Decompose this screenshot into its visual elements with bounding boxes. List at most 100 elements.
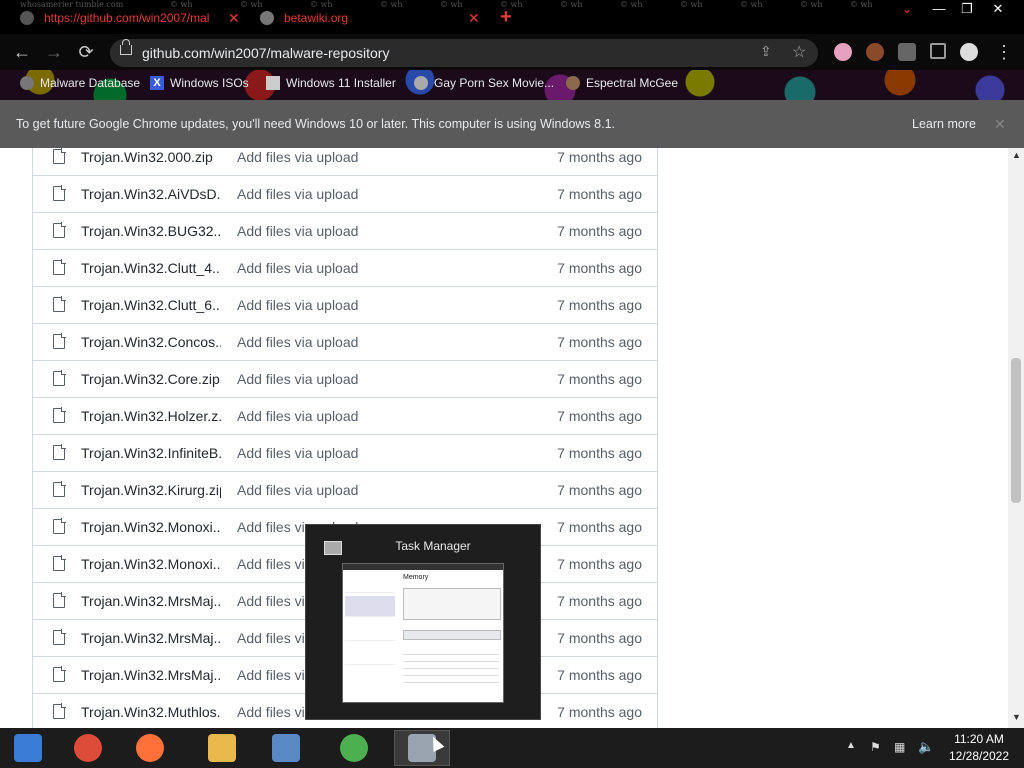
- file-name-link[interactable]: Trojan.Win32.Monoxi...: [81, 509, 221, 545]
- bookmark-malware-database[interactable]: Malware Database: [20, 76, 140, 90]
- task-manager-preview[interactable]: Memory: [342, 563, 504, 703]
- commit-message-link[interactable]: Add files via upload: [237, 148, 358, 175]
- taskbar-users-button[interactable]: [326, 730, 382, 766]
- show-hidden-icons[interactable]: ▲: [846, 740, 856, 751]
- preview-sidebar-item: [345, 644, 395, 665]
- address-bar[interactable]: github.com/win2007/malware-repository ⇪ …: [110, 39, 818, 67]
- vertical-scrollbar[interactable]: ▲ ▼: [1008, 148, 1024, 728]
- taskbar-chrome-button[interactable]: [60, 730, 116, 766]
- taskbar-firefox-button[interactable]: [122, 730, 178, 766]
- bookmark-label: Malware Database: [40, 76, 141, 90]
- tab-github[interactable]: https://github.com/win2007/mal ✕: [20, 4, 250, 32]
- taskbar-start-button[interactable]: [0, 730, 56, 766]
- close-icon[interactable]: ✕: [994, 100, 1006, 148]
- watermark-text: © wh: [800, 0, 823, 9]
- file-name-link[interactable]: Trojan.Win32.InfiniteB...: [81, 435, 221, 471]
- back-button[interactable]: ←: [12, 42, 32, 62]
- commit-message-link[interactable]: Add files via upload: [237, 398, 358, 434]
- profile-avatar[interactable]: [960, 43, 978, 61]
- thumbnail-title: Task Manager: [395, 539, 471, 553]
- taskbar-thumbnail[interactable]: Task Manager Memory: [305, 524, 541, 720]
- file-icon: [53, 666, 66, 682]
- taskbar-photos-button[interactable]: [258, 730, 314, 766]
- file-name-link[interactable]: Trojan.Win32.Concos...: [81, 324, 221, 360]
- file-name-link[interactable]: Trojan.Win32.Muthlos...: [81, 694, 221, 728]
- commit-age: 7 months ago: [557, 223, 642, 239]
- volume-icon[interactable]: 🔈: [918, 739, 934, 755]
- network-icon[interactable]: ▦: [894, 740, 905, 754]
- file-name-link[interactable]: Trojan.Win32.Kirurg.zip: [81, 472, 221, 508]
- commit-age: 7 months ago: [557, 371, 642, 387]
- lock-icon[interactable]: [120, 39, 132, 55]
- file-row[interactable]: Trojan.Win32.Holzer.z... Add files via up…: [33, 397, 657, 434]
- file-row[interactable]: Trojan.Win32.000.zip Add files via upload…: [33, 148, 657, 175]
- tab-title: https://github.com/win2007/mal: [44, 11, 210, 25]
- maximize-button[interactable]: ❐: [950, 0, 984, 18]
- file-name-link[interactable]: Trojan.Win32.AiVDsD...: [81, 176, 221, 212]
- commit-age: 7 months ago: [557, 630, 642, 646]
- file-row[interactable]: Trojan.Win32.BUG32.... Add files via uplo…: [33, 212, 657, 249]
- file-row[interactable]: Trojan.Win32.Concos... Add files via uplo…: [33, 323, 657, 360]
- commit-age: 7 months ago: [557, 408, 642, 424]
- url-text[interactable]: github.com/win2007/malware-repository: [142, 39, 389, 67]
- commit-message-link[interactable]: Add files via upload: [237, 213, 358, 249]
- action-center-flag-icon[interactable]: ⚑: [870, 740, 881, 754]
- clock-date[interactable]: 12/28/2022: [944, 749, 1014, 763]
- file-name-link[interactable]: Trojan.Win32.MrsMaj...: [81, 657, 221, 693]
- file-row[interactable]: Trojan.Win32.AiVDsD... Add files via uplo…: [33, 175, 657, 212]
- title-bar: whosamerier tumble.com © wh © wh © wh © …: [0, 0, 1024, 34]
- share-icon[interactable]: ⇪: [760, 43, 772, 60]
- scrollbar-thumb[interactable]: [1011, 358, 1021, 503]
- tab-search-button[interactable]: ⌄: [890, 0, 924, 18]
- commit-message-link[interactable]: Add files via upload: [237, 176, 358, 212]
- tab-betawiki[interactable]: betawiki.org ✕: [260, 4, 480, 32]
- file-name-link[interactable]: Trojan.Win32.Clutt_4....: [81, 250, 221, 286]
- file-name-link[interactable]: Trojan.Win32.Monoxi...: [81, 546, 221, 582]
- extension-icon[interactable]: [834, 43, 852, 61]
- file-row[interactable]: Trojan.Win32.Core.zip Add files via uploa…: [33, 360, 657, 397]
- commit-message-link[interactable]: Add files via upload: [237, 472, 358, 508]
- taskbar-file-explorer-button[interactable]: [194, 730, 250, 766]
- commit-message-link[interactable]: Add files via upload: [237, 250, 358, 286]
- file-row[interactable]: Trojan.Win32.InfiniteB... Add files via u…: [33, 434, 657, 471]
- bookmark-star-icon[interactable]: ☆: [792, 42, 806, 62]
- commit-message-link[interactable]: Add files via upload: [237, 324, 358, 360]
- reload-button[interactable]: ⟳: [76, 42, 96, 62]
- file-name-link[interactable]: Trojan.Win32.000.zip: [81, 148, 221, 175]
- file-name-link[interactable]: Trojan.Win32.Clutt_6....: [81, 287, 221, 323]
- new-tab-button[interactable]: +: [500, 6, 512, 29]
- close-tab-icon[interactable]: ✕: [468, 10, 480, 27]
- file-row[interactable]: Trojan.Win32.Clutt_6.... Add files via up…: [33, 286, 657, 323]
- users-icon: [340, 734, 368, 762]
- file-row[interactable]: Trojan.Win32.Clutt_4.... Add files via up…: [33, 249, 657, 286]
- bookmark-windows-11-installer[interactable]: Windows 11 Installer: [266, 76, 396, 90]
- forward-button[interactable]: →: [44, 42, 64, 62]
- close-window-button[interactable]: ✕: [980, 0, 1016, 18]
- file-icon: [53, 703, 66, 719]
- learn-more-link[interactable]: Learn more: [912, 100, 976, 148]
- file-name-link[interactable]: Trojan.Win32.MrsMaj...: [81, 620, 221, 656]
- file-name-link[interactable]: Trojan.Win32.MrsMaj...: [81, 583, 221, 619]
- extensions-puzzle-icon[interactable]: [898, 43, 916, 61]
- extension-icon[interactable]: [866, 43, 884, 61]
- bookmark-windows-isos[interactable]: X Windows ISOs: [150, 76, 249, 90]
- bookmark-espectral-mcgee[interactable]: Espectral McGee: [566, 76, 678, 90]
- file-name-link[interactable]: Trojan.Win32.Holzer.z...: [81, 398, 221, 434]
- commit-message-link[interactable]: Add files via upload: [237, 361, 358, 397]
- file-name-link[interactable]: Trojan.Win32.BUG32....: [81, 213, 221, 249]
- bookmark-site[interactable]: Gay Porn Sex Movie...: [414, 76, 554, 90]
- side-panel-icon[interactable]: [930, 43, 946, 59]
- file-name-link[interactable]: Trojan.Win32.Core.zip: [81, 361, 221, 397]
- clock-time[interactable]: 11:20 AM: [944, 732, 1014, 746]
- file-icon: [53, 370, 66, 386]
- close-tab-icon[interactable]: ✕: [228, 10, 240, 27]
- site-icon: [414, 76, 428, 90]
- commit-message-link[interactable]: Add files via upload: [237, 435, 358, 471]
- file-icon: [53, 629, 66, 645]
- scroll-down-icon[interactable]: ▼: [1012, 712, 1021, 722]
- scroll-up-icon[interactable]: ▲: [1012, 150, 1021, 160]
- menu-icon[interactable]: ⋮: [994, 42, 1014, 62]
- commit-message-link[interactable]: Add files via upload: [237, 287, 358, 323]
- file-row[interactable]: Trojan.Win32.Kirurg.zip Add files via upl…: [33, 471, 657, 508]
- firefox-icon: [136, 734, 164, 762]
